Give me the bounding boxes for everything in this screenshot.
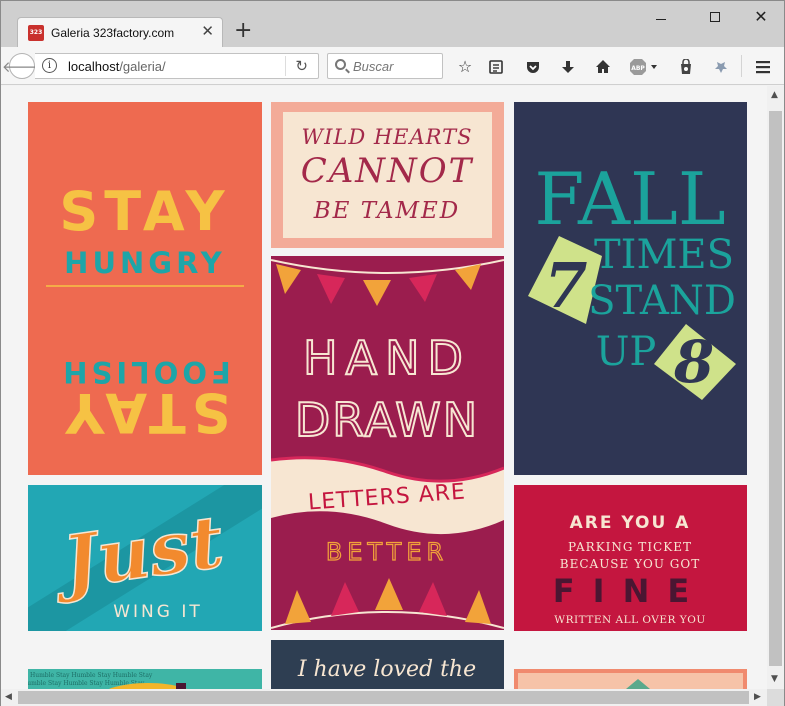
url-path: /galeria/ — [119, 59, 166, 74]
home-icon[interactable] — [593, 57, 613, 77]
poster-stay-hungry[interactable]: STAY HUNGRY FOOLISH STAY — [28, 102, 262, 475]
gallery-page: STAY HUNGRY FOOLISH STAY WILD HEARTS CAN… — [1, 86, 767, 689]
poster-text: FINE — [553, 572, 707, 610]
poster-text: 7 — [544, 249, 587, 322]
extension-icon[interactable] — [712, 57, 732, 77]
poster-fall-seven-times[interactable]: FALL 7 TIMES STAND UP 8 — [514, 102, 747, 475]
poster-text: ARE YOU A — [570, 513, 691, 533]
poster-hand-drawn[interactable]: HAND DRAWN LETTERS ARE BETTER — [271, 256, 504, 630]
browser-window: 323 Galeria 323factory.com ✕ + ✕ 🡐 i loc… — [0, 0, 785, 706]
site-favicon-icon: 323 — [28, 24, 44, 41]
poster-text: TIMES — [594, 232, 734, 278]
tab-galeria[interactable]: 323 Galeria 323factory.com ✕ — [17, 17, 223, 47]
poster-text: DRAWN — [295, 393, 479, 447]
scroll-right-icon[interactable]: ▶ — [754, 692, 761, 702]
search-placeholder: Buscar — [353, 59, 394, 74]
maximize-icon — [710, 12, 720, 22]
horizontal-scroll-thumb[interactable] — [18, 691, 749, 704]
maximize-button[interactable] — [705, 9, 725, 25]
poster-stay-humble[interactable]: Humble Stay Humble Stay Humble Stay Humb… — [28, 669, 262, 689]
tab-close-icon[interactable]: ✕ — [201, 24, 214, 39]
poster-text: BETTER — [326, 538, 448, 566]
info-icon[interactable]: i — [42, 58, 57, 73]
url-text: localhost/galeria/ — [68, 59, 166, 74]
close-icon: ✕ — [754, 7, 768, 26]
poster-text: WILD HEARTS — [302, 125, 473, 149]
reload-icon[interactable]: ↻ — [295, 57, 308, 75]
poster-text: CANNOT — [301, 151, 474, 191]
vertical-scrollbar[interactable]: ▲ ▼ — [767, 86, 784, 689]
close-window-button[interactable]: ✕ — [751, 9, 771, 25]
horizontal-scrollbar[interactable]: ◀ ▶ — [1, 689, 767, 706]
poster-text: STAND — [588, 278, 736, 324]
minimize-button[interactable] — [651, 9, 671, 25]
scrollbar-corner — [767, 689, 784, 706]
poster-text: Humble Stay Humble Stay Humble Stay — [30, 672, 153, 679]
poster-text: UP — [596, 329, 657, 375]
reading-list-icon[interactable] — [486, 57, 506, 77]
back-button[interactable]: 🡐 — [2, 53, 42, 79]
adblock-icon[interactable]: ABP — [630, 57, 660, 77]
vertical-scroll-thumb[interactable] — [769, 111, 782, 666]
url-separator — [285, 56, 286, 76]
adblock-label: ABP — [631, 65, 645, 72]
new-tab-button[interactable]: + — [234, 20, 252, 42]
poster-text: BE TAMED — [313, 198, 460, 224]
scroll-left-icon[interactable]: ◀ — [5, 692, 12, 702]
scroll-down-icon[interactable]: ▼ — [771, 674, 778, 684]
poster-loved-the[interactable]: I have loved the — [271, 640, 504, 689]
poster-text: 8 — [673, 328, 714, 396]
pocket-icon[interactable] — [523, 57, 543, 77]
poster-wild-hearts[interactable]: WILD HEARTS CANNOT BE TAMED — [271, 102, 504, 248]
title-bar: 323 Galeria 323factory.com ✕ + ✕ — [1, 1, 784, 47]
search-icon — [335, 59, 346, 70]
url-bar[interactable]: i localhost/galeria/ ↻ — [35, 53, 319, 79]
poster-text: HAND — [303, 331, 471, 385]
scroll-up-icon[interactable]: ▲ — [771, 90, 778, 100]
search-box[interactable]: Buscar — [327, 53, 443, 79]
poster-text: HUNGRY — [64, 246, 226, 280]
poster-text: WRITTEN ALL OVER YOU — [554, 614, 705, 626]
toolbar-separator — [741, 55, 742, 77]
menu-icon[interactable] — [753, 57, 773, 77]
minimize-icon — [656, 18, 666, 20]
shopping-bag-icon[interactable] — [676, 57, 696, 77]
poster-text: STAY — [59, 180, 230, 243]
poster-text: STAY — [59, 381, 230, 444]
poster-just-wing-it[interactable]: Just WING IT — [28, 485, 262, 631]
download-icon[interactable] — [558, 57, 578, 77]
poster-text: FALL — [534, 157, 725, 241]
tab-title: Galeria 323factory.com — [51, 25, 175, 40]
poster-parking-ticket[interactable]: ARE YOU A PARKING TICKET BECAUSE YOU GOT… — [514, 485, 747, 631]
navigation-toolbar: 🡐 i localhost/galeria/ ↻ Buscar ☆ ABP — [1, 47, 784, 85]
bookmark-star-icon[interactable]: ☆ — [455, 57, 475, 77]
poster-text: WING IT — [113, 602, 203, 622]
poster-peach-pattern[interactable] — [514, 669, 747, 689]
url-host: localhost — [68, 59, 120, 74]
poster-text: I have loved the — [297, 657, 476, 682]
poster-text: BECAUSE YOU GOT — [560, 557, 700, 571]
poster-text: PARKING TICKET — [568, 540, 692, 554]
